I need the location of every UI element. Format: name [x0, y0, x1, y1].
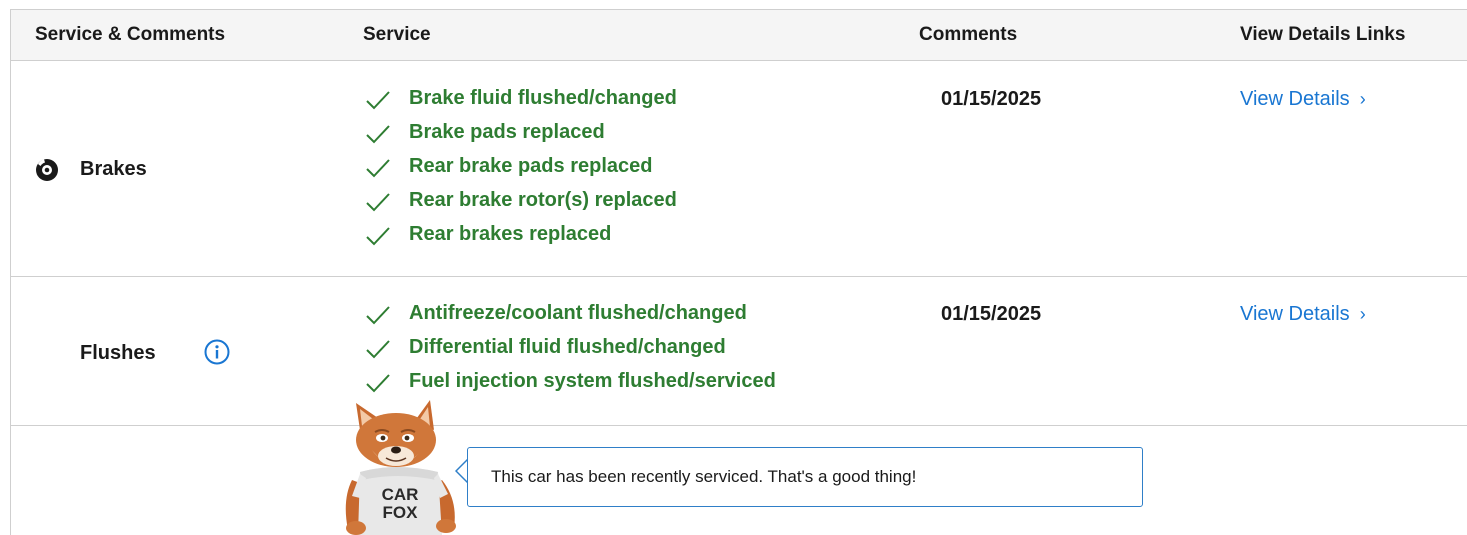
carfox-mascot-icon: CAR FOX — [345, 400, 456, 535]
service-item-label: Fuel injection system flushed/serviced — [409, 370, 776, 392]
comment-date-brakes: 01/15/2025 — [941, 88, 1042, 110]
view-details-label: View Details — [1240, 88, 1350, 110]
service-item-label: Rear brakes replaced — [409, 223, 612, 245]
table-header: Service & Comments Service Comments View… — [11, 10, 1467, 61]
view-details-label: View Details — [1240, 303, 1350, 325]
comment-date-flushes: 01/15/2025 — [941, 303, 1042, 325]
list-item: Rear brakes replaced — [365, 222, 677, 256]
header-service: Service — [363, 24, 431, 45]
list-item: Fuel injection system flushed/serviced — [365, 369, 776, 403]
service-item-label: Brake pads replaced — [409, 121, 605, 143]
mascot-shirt-line2: FOX — [383, 503, 419, 522]
view-details-link-flushes[interactable]: View Details › — [1240, 303, 1366, 326]
brake-disc-icon — [36, 159, 58, 181]
service-item-label: Rear brake pads replaced — [409, 155, 653, 177]
service-item-label: Antifreeze/coolant flushed/changed — [409, 302, 747, 324]
list-item: Brake pads replaced — [365, 120, 677, 154]
check-icon — [366, 340, 390, 359]
check-icon — [366, 306, 390, 325]
service-item-label: Differential fluid flushed/changed — [409, 336, 726, 358]
mascot-shirt-line1: CAR — [382, 485, 419, 504]
service-item-label: Rear brake rotor(s) replaced — [409, 189, 677, 211]
check-icon — [366, 227, 390, 246]
list-item: Antifreeze/coolant flushed/changed — [365, 301, 776, 335]
check-icon — [366, 193, 390, 212]
header-view-details: View Details Links — [1240, 24, 1406, 45]
service-list-flushes: Antifreeze/coolant flushed/changed Diffe… — [365, 301, 776, 403]
row-divider — [11, 276, 1467, 277]
list-item: Brake fluid flushed/changed — [365, 86, 677, 120]
row-divider — [11, 425, 1467, 426]
list-item: Rear brake pads replaced — [365, 154, 677, 188]
service-list-brakes: Brake fluid flushed/changed Brake pads r… — [365, 86, 677, 256]
chevron-right-icon: › — [1359, 89, 1366, 109]
header-comments: Comments — [919, 24, 1018, 45]
info-icon[interactable] — [204, 339, 230, 365]
row-name-brakes: Brakes — [80, 158, 147, 180]
mascot-speech-bubble: This car has been recently serviced. Tha… — [467, 447, 1143, 507]
row-name-flushes: Flushes — [80, 342, 156, 364]
check-icon — [366, 374, 390, 393]
check-icon — [366, 125, 390, 144]
chevron-right-icon: › — [1359, 304, 1366, 324]
list-item: Differential fluid flushed/changed — [365, 335, 776, 369]
mascot-message: This car has been recently serviced. Tha… — [491, 467, 917, 486]
check-icon — [366, 91, 390, 110]
service-item-label: Brake fluid flushed/changed — [409, 87, 677, 109]
view-details-link-brakes[interactable]: View Details › — [1240, 88, 1366, 111]
header-service-comments: Service & Comments — [35, 24, 226, 45]
list-item: Rear brake rotor(s) replaced — [365, 188, 677, 222]
check-icon — [366, 159, 390, 178]
